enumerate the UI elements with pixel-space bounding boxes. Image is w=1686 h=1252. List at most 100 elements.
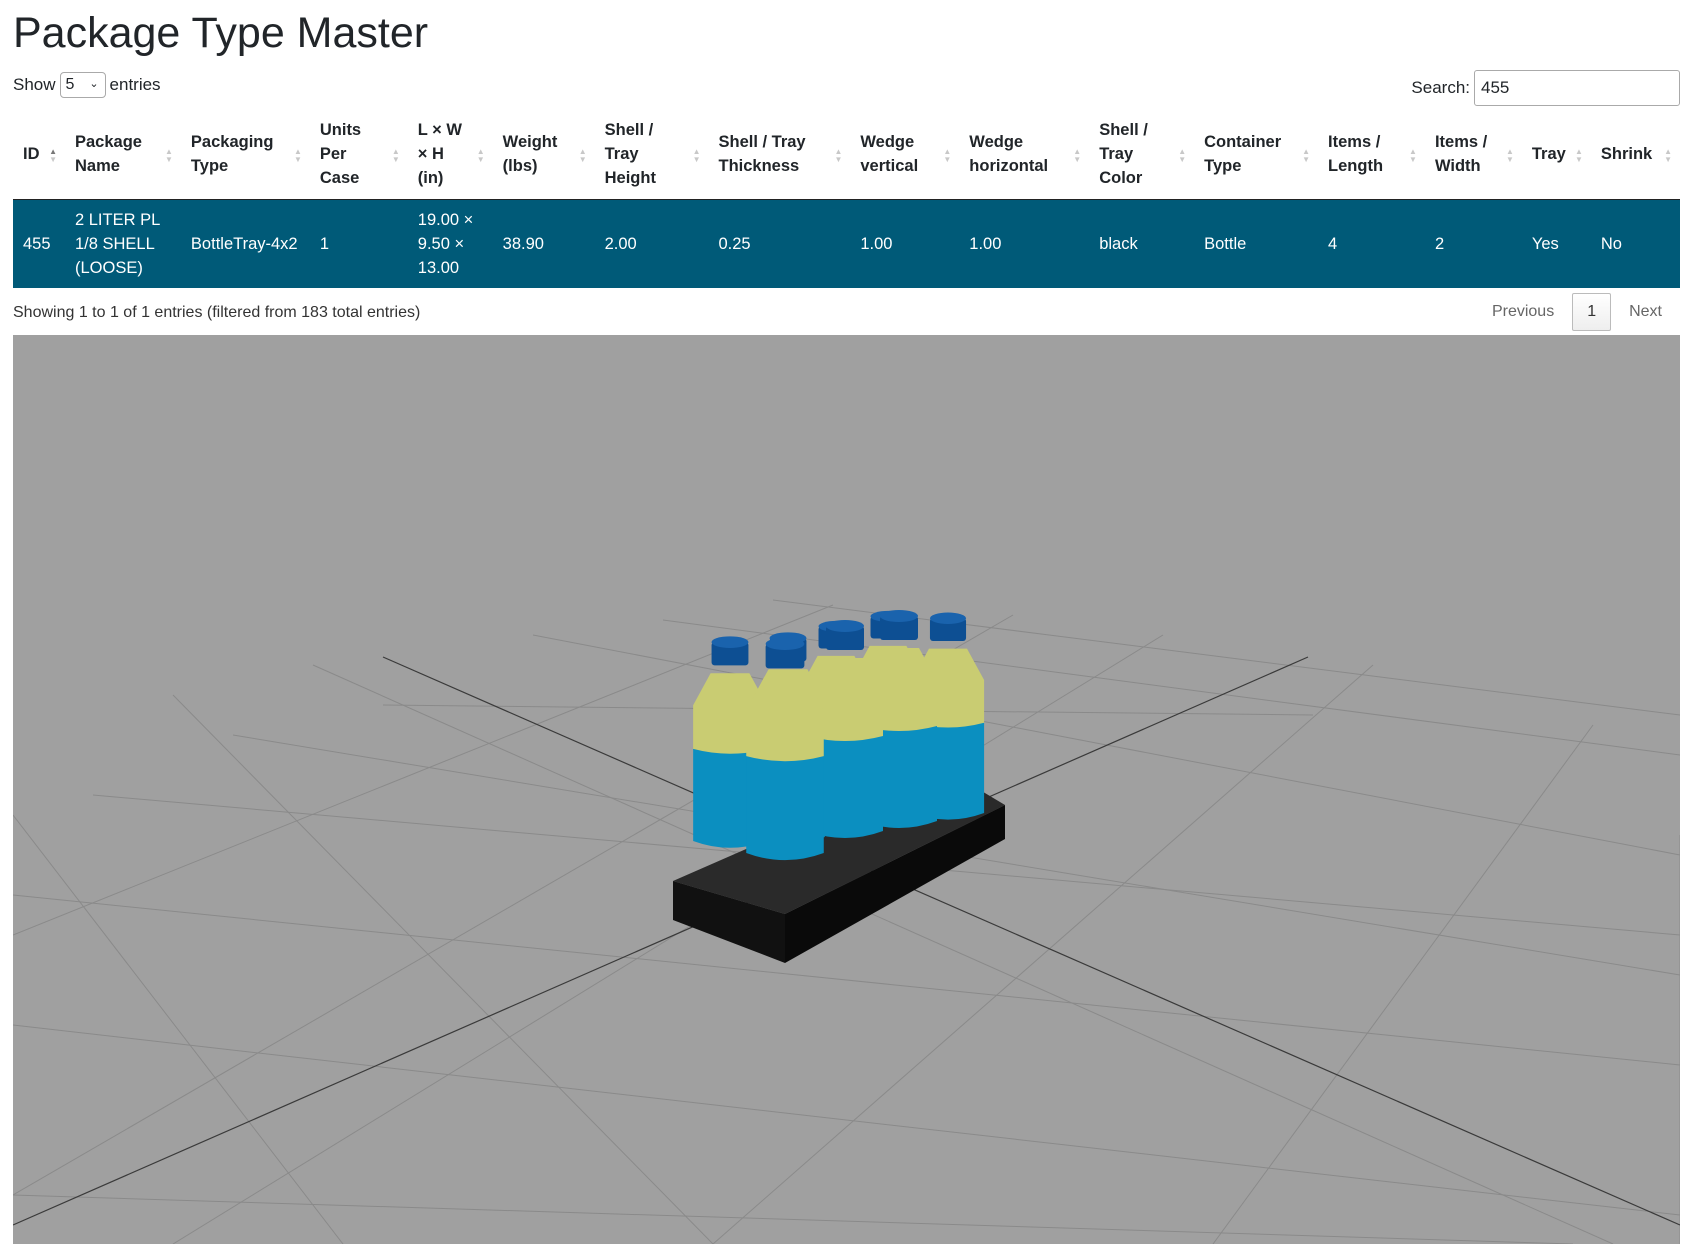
sort-icon: ▲ ▼ — [1664, 147, 1672, 164]
column-header-label: Wedge — [969, 133, 1024, 151]
column-header[interactable]: Shell / Tray Height ▲ ▼ — [594, 113, 709, 200]
column-header-label: L × W — [417, 121, 462, 139]
package-type-table: ID ▲ ▼ Package Name ▲ ▼ Packaging Type ▲ ▼ Units Per… — [13, 113, 1680, 288]
grid-line — [172, 634, 1164, 1244]
sort-icon: ▲ ▼ — [578, 147, 587, 164]
table-cell-text: 2 — [1434, 235, 1445, 253]
column-header-label: Items / — [1328, 133, 1381, 151]
3d-package-viewer[interactable] — [13, 335, 1680, 1244]
table-cell-text: Bottle — [1204, 235, 1247, 253]
sort-icon: ▲ ▼ — [1178, 147, 1187, 164]
sort-icon: ▲ ▼ — [1073, 147, 1082, 164]
table-cell-text: 1.00 — [969, 235, 1002, 253]
entries-length-control: Show 5 ⌄ entries — [13, 72, 161, 98]
column-header[interactable]: Shell / Tray Thickness ▲ ▼ — [708, 113, 851, 200]
column-header-label: Height — [604, 169, 656, 187]
table-cell: Bottle — [1194, 199, 1319, 288]
column-header[interactable]: Wedge horizontal ▲ ▼ — [959, 113, 1090, 200]
column-header[interactable]: Packaging Type ▲ ▼ — [180, 113, 310, 200]
next-page-button[interactable]: Next — [1611, 294, 1680, 330]
table-cell: 0.25 — [708, 199, 851, 288]
table-body: 455 2 LITER PL 1/8 SHELL (LOOSE) BottleTray-… — [13, 199, 1680, 288]
table-cell-text: No — [1600, 235, 1622, 253]
column-header[interactable]: Shrink ▲ ▼ — [1590, 113, 1680, 200]
column-header-label: (lbs) — [502, 157, 538, 175]
column-header-label: Container — [1204, 133, 1282, 151]
column-header[interactable]: Items / Width ▲ ▼ — [1424, 113, 1522, 200]
column-header-label: Units — [319, 121, 362, 139]
column-header[interactable]: L × W × H (in) ▲ ▼ — [407, 113, 493, 200]
table-cell-text: (LOOSE) — [74, 259, 143, 277]
column-header[interactable]: Units Per Case ▲ ▼ — [309, 113, 408, 200]
table-cell: 1.00 — [850, 199, 960, 288]
column-header[interactable]: Shell / Tray Color ▲ ▼ — [1089, 113, 1195, 200]
table-cell: 19.00 × 9.50 × 13.00 — [407, 199, 493, 288]
search-input[interactable] — [1474, 70, 1680, 106]
entries-per-page-select[interactable]: 5 ⌄ — [59, 72, 106, 98]
table-cell-text: 9.50 × — [417, 235, 465, 253]
current-page-button[interactable]: 1 — [1572, 293, 1612, 331]
column-header[interactable]: Weight (lbs) ▲ ▼ — [492, 113, 595, 200]
column-header-label: Shrink — [1600, 145, 1653, 163]
column-header-label: (in) — [417, 169, 444, 187]
table-cell-text: 13.00 — [417, 259, 460, 277]
search-label: Search: — [1411, 78, 1470, 97]
table-cell: BottleTray-4x2 — [180, 199, 310, 288]
table-cell-text: BottleTray-4x2 — [190, 235, 298, 253]
column-header[interactable]: ID ▲ ▼ — [13, 113, 65, 200]
sort-icon: ▲ ▼ — [49, 147, 57, 164]
column-header-label: Tray — [1531, 145, 1566, 163]
sort-icon: ▲ ▼ — [692, 147, 701, 164]
grid-line — [172, 694, 714, 1244]
table-info: Showing 1 to 1 of 1 entries (filtered fr… — [13, 304, 421, 321]
column-header-label: Shell / — [604, 121, 654, 139]
column-header-label: Length — [1328, 157, 1384, 175]
column-header-label: Packaging — [190, 133, 274, 151]
3d-scene[interactable] — [13, 335, 1680, 1244]
axis-line — [13, 656, 1309, 1226]
table-header-row: ID ▲ ▼ Package Name ▲ ▼ Packaging Type ▲ ▼ Units Per… — [13, 113, 1680, 200]
column-header[interactable]: Tray ▲ ▼ — [1521, 113, 1591, 200]
table-cell-text: 38.90 — [502, 235, 544, 253]
column-header-label: Items / — [1434, 133, 1488, 151]
table-cell-text: 4 — [1328, 235, 1338, 253]
entries-label: entries — [109, 75, 161, 94]
previous-page-button[interactable]: Previous — [1474, 294, 1572, 330]
sort-icon: ▲ ▼ — [1302, 147, 1311, 164]
table-cell-text: 1.00 — [860, 235, 893, 253]
column-header-label: horizontal — [969, 157, 1049, 175]
column-header-label: Shell / Tray — [718, 133, 806, 151]
table-cell-text: 2.00 — [604, 235, 637, 253]
column-header[interactable]: Container Type ▲ ▼ — [1194, 113, 1319, 200]
column-header-label: Width — [1434, 157, 1481, 175]
table-cell-text: 1/8 SHELL — [74, 235, 155, 253]
sort-icon: ▲ ▼ — [293, 147, 302, 164]
page-title: Package Type Master — [13, 9, 429, 57]
table-cell-text: Yes — [1531, 235, 1559, 253]
table-cell: 4 — [1318, 199, 1425, 288]
column-header-label: Tray — [604, 145, 639, 163]
table-row[interactable]: 455 2 LITER PL 1/8 SHELL (LOOSE) BottleTray-… — [13, 199, 1680, 288]
axis-line — [382, 656, 1680, 1226]
column-header-label: Case — [319, 169, 360, 187]
column-header-label: Tray — [1099, 145, 1134, 163]
column-header-label: Shell / — [1099, 121, 1148, 139]
table-cell: 455 — [13, 199, 65, 288]
grid-line — [13, 1194, 1574, 1244]
bottle-cap-top — [826, 620, 864, 632]
chevron-down-icon: ⌄ — [89, 78, 99, 90]
column-header-label: Type — [190, 157, 229, 175]
column-header[interactable]: Items / Length ▲ ▼ — [1318, 113, 1425, 200]
table-cell-text: 1 — [319, 235, 330, 253]
grid-line — [1212, 724, 1594, 1244]
table-cell: black — [1089, 199, 1195, 288]
table-cell: 1.00 — [959, 199, 1090, 288]
sort-icon: ▲ ▼ — [1574, 147, 1583, 164]
column-header[interactable]: Wedge vertical ▲ ▼ — [850, 113, 960, 200]
table-cell-text: 455 — [23, 235, 51, 253]
column-header[interactable]: Package Name ▲ ▼ — [64, 113, 181, 200]
table-cell: 2 — [1424, 199, 1522, 288]
table-cell-text: 19.00 × — [417, 211, 474, 229]
column-header-label: Wedge — [860, 133, 915, 151]
table-cell: 38.90 — [492, 199, 595, 288]
